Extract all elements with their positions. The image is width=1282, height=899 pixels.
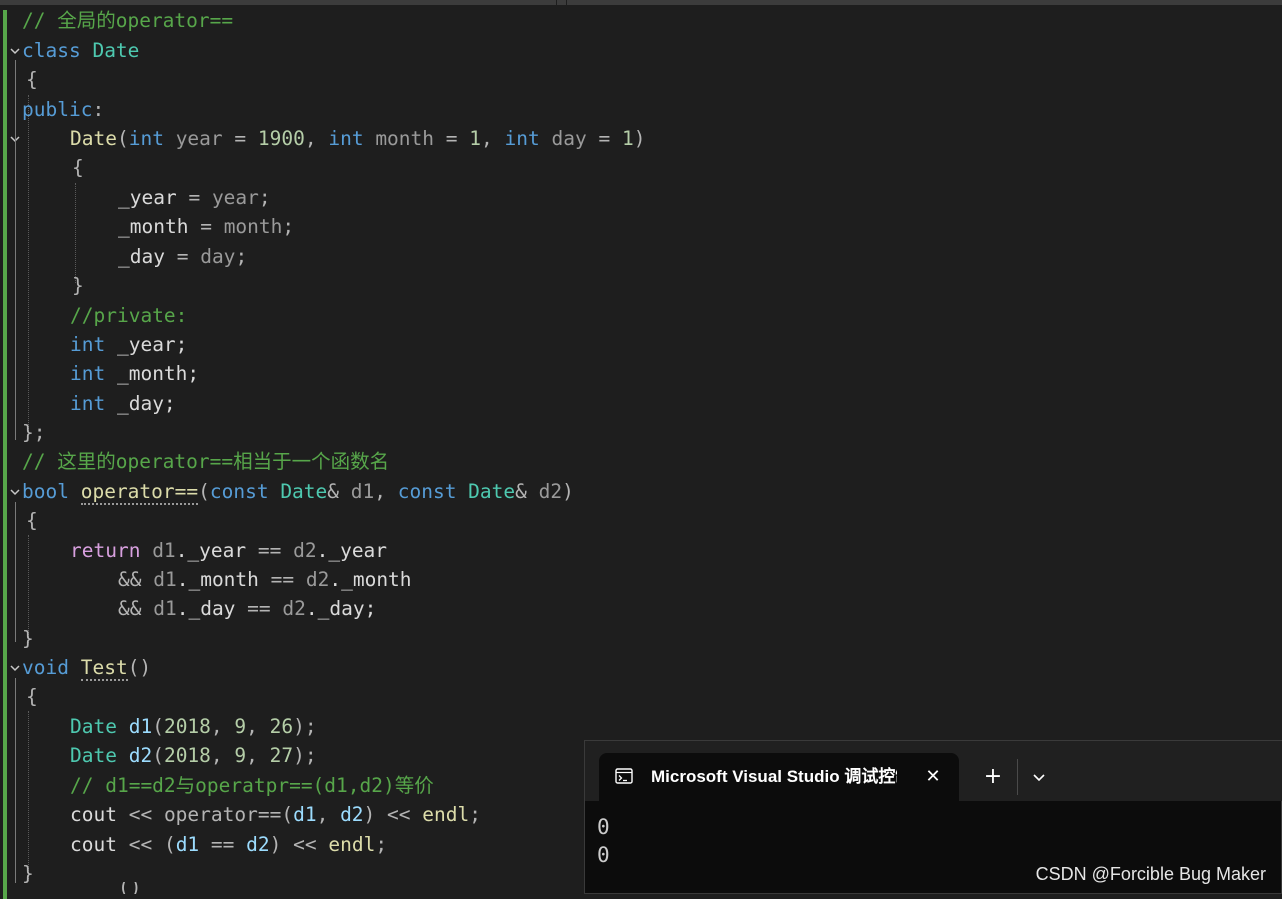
code-line: // 全局的operator==: [22, 9, 234, 32]
code-line: return d1._year == d2._year: [70, 539, 388, 562]
indent-guide: [28, 95, 29, 435]
code-line: _month = month;: [118, 215, 295, 238]
console-tab[interactable]: Microsoft Visual Studio 调试控制台 ✕: [599, 753, 959, 801]
tab-bar-divider: [1017, 759, 1018, 795]
code-line: int _year;: [70, 333, 188, 356]
output-line: 0: [597, 815, 610, 839]
console-window-icon: [615, 768, 633, 784]
code-line: // d1==d2与operatpr==(d1,d2)等价: [70, 774, 434, 797]
code-line: }: [22, 862, 34, 885]
chevron-down-icon[interactable]: [1027, 765, 1051, 789]
code-line: }: [22, 627, 34, 650]
console-tab-bar: Microsoft Visual Studio 调试控制台 ✕ +: [585, 741, 1282, 801]
watermark: CSDN @Forcible Bug Maker: [1035, 864, 1266, 884]
code-line: {: [26, 685, 38, 708]
console-tab-title: Microsoft Visual Studio 调试控制台: [651, 767, 897, 786]
code-line: Date d1(2018, 9, 26);: [70, 715, 317, 738]
code-line: };: [22, 421, 46, 444]
code-line: Date d2(2018, 9, 27);: [70, 744, 317, 767]
collapse-icon[interactable]: [9, 486, 21, 498]
code-line: }: [72, 274, 84, 297]
code-line: cout << operator==(d1, d2) << endl;: [70, 803, 481, 826]
fold-region-line: [15, 148, 16, 298]
code-line: {: [26, 68, 38, 91]
code-line: cout << (d1 == d2) << endl;: [70, 833, 388, 856]
code-line: _year = year;: [118, 186, 271, 209]
code-line: public:: [22, 98, 105, 121]
code-line: int _day;: [70, 392, 176, 415]
collapse-icon[interactable]: [9, 45, 21, 57]
code-line: // 这里的operator==相当于一个函数名: [22, 450, 390, 473]
fold-region-line: [15, 502, 16, 642]
code-line: && d1._day == d2._day;: [118, 597, 377, 620]
close-icon[interactable]: ✕: [921, 765, 945, 789]
code-line: Date(int year = 1900, int month = 1, int…: [70, 127, 646, 150]
code-line: void Test(): [22, 656, 152, 681]
code-line: && d1._month == d2._month: [118, 568, 412, 591]
code-line: //private:: [70, 304, 188, 327]
code-line: class Date: [22, 39, 140, 62]
collapse-icon[interactable]: [9, 662, 21, 674]
code-line: _day = day;: [118, 245, 248, 268]
new-tab-button[interactable]: +: [981, 763, 1005, 791]
fold-region-line: [15, 678, 16, 883]
code-line: {: [72, 156, 84, 179]
indent-guide: [75, 183, 76, 283]
code-line: (): [118, 882, 142, 894]
code-line: int _month;: [70, 362, 200, 385]
code-line: bool operator==(const Date& d1, const Da…: [22, 480, 574, 505]
indent-guide: [28, 711, 29, 881]
code-line: {: [26, 509, 38, 532]
change-tracking-bar: [3, 10, 7, 899]
console-output: 0 0: [597, 813, 997, 869]
output-line: 0: [597, 843, 610, 867]
